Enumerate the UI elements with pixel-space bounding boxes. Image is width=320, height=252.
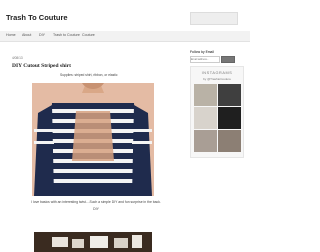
instagram-thumb[interactable]: [218, 130, 241, 152]
supplies-illustration: [34, 232, 152, 252]
supplies-photo: [34, 232, 152, 252]
instagram-thumb[interactable]: [194, 107, 217, 129]
nav-diy[interactable]: DIY: [39, 33, 45, 37]
email-field[interactable]: [190, 56, 220, 63]
nav-home[interactable]: Home: [6, 33, 16, 37]
post-supplies: Supplies: striped shirt, ribbon, or elas…: [60, 73, 118, 77]
follow-by-email-title: Follow by Email: [190, 50, 215, 54]
nav-about[interactable]: About: [22, 33, 31, 37]
nav-couture[interactable]: Couture: [82, 33, 95, 37]
instagram-widget: INSTAGRAMS by @TrashtoCouture: [190, 66, 244, 158]
instagram-thumb[interactable]: [218, 107, 241, 129]
search-input[interactable]: [190, 12, 238, 25]
post-date: 4/08/13: [12, 56, 23, 60]
instagram-title: INSTAGRAMS: [201, 71, 233, 75]
post-caption: I love basics with an interesting twist.…: [31, 200, 161, 204]
post-area: 4/08/13 DIY Cutout Striped shirt Supplie…: [4, 44, 182, 252]
striped-shirt-illustration: [32, 83, 154, 196]
site-header: Trash To Couture: [0, 0, 250, 30]
site-title[interactable]: Trash To Couture: [6, 13, 68, 22]
nav-trash-to-couture[interactable]: Trash to Couture: [53, 33, 80, 37]
post-title[interactable]: DIY Cutout Striped shirt: [12, 63, 71, 69]
post-caption-sub: DIY: [93, 207, 99, 211]
sidebar: Follow by Email INSTAGRAMS by @TrashtoCo…: [188, 44, 246, 250]
instagram-thumb[interactable]: [194, 130, 217, 152]
nav-bar: Home About DIY Trash to Couture Couture: [0, 31, 250, 42]
instagram-handle[interactable]: by @TrashtoCouture: [191, 77, 243, 81]
submit-button[interactable]: [221, 56, 235, 63]
striped-shirt-photo: [32, 83, 154, 196]
instagram-thumb[interactable]: [218, 84, 241, 106]
instagram-thumb[interactable]: [194, 84, 217, 106]
